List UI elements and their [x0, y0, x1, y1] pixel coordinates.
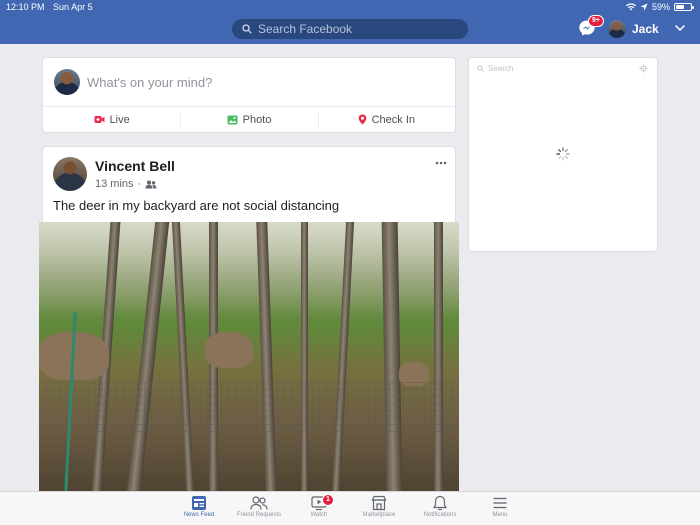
profile-button[interactable]: Jack: [608, 19, 659, 39]
friends-icon: [145, 180, 157, 188]
post-composer: What's on your mind? Live Photo Check In: [43, 58, 455, 132]
check-in-label: Check In: [371, 113, 416, 126]
marketplace-icon: [371, 495, 387, 511]
live-button[interactable]: Live: [43, 107, 180, 132]
battery-level: [676, 5, 685, 9]
status-date: Sun Apr 5: [53, 2, 93, 12]
messenger-button[interactable]: 9+: [578, 15, 604, 39]
top-header: 12:10 PM Sun Apr 5 59% 9+ Jack: [0, 0, 700, 44]
search-input[interactable]: [258, 22, 458, 36]
search-icon: [242, 24, 252, 34]
hamburger-menu-icon: [493, 497, 507, 509]
tab-menu[interactable]: Menu: [465, 495, 535, 518]
gear-icon[interactable]: [639, 64, 648, 73]
news-feed-icon: [192, 496, 206, 510]
more-options-icon[interactable]: [435, 161, 447, 165]
meta-separator: ·: [137, 178, 142, 190]
tab-label: Menu: [492, 512, 508, 518]
post-author-name[interactable]: Vincent Bell: [95, 158, 175, 174]
profile-name: Jack: [632, 22, 659, 36]
sidebar-search-label: Search: [488, 64, 514, 73]
photo-label: Photo: [242, 113, 272, 126]
search-bar[interactable]: [232, 19, 468, 39]
live-label: Live: [109, 113, 130, 126]
sidebar-search[interactable]: Search: [477, 64, 513, 73]
photo-button[interactable]: Photo: [180, 107, 317, 132]
post-time[interactable]: 13 mins: [95, 178, 134, 190]
tab-label: Notifications: [423, 512, 457, 518]
location-arrow-icon: [640, 3, 648, 11]
battery-icon: [674, 3, 694, 11]
composer-actions: Live Photo Check In: [43, 106, 455, 132]
post-photo[interactable]: [39, 222, 459, 492]
post-author-avatar[interactable]: [53, 157, 87, 191]
right-sidebar-panel: Search: [469, 58, 657, 251]
check-in-button[interactable]: Check In: [317, 107, 455, 132]
watch-badge: 1: [322, 494, 334, 506]
messenger-badge: 9+: [588, 15, 604, 27]
composer-prompt[interactable]: What's on your mind?: [87, 75, 212, 90]
tab-marketplace[interactable]: Marketplace: [344, 495, 414, 518]
status-time: 12:10 PM: [6, 2, 45, 12]
loading-spinner-icon: [556, 147, 570, 161]
chevron-down-icon[interactable]: [674, 23, 686, 33]
search-icon: [477, 65, 484, 72]
composer-avatar: [54, 69, 80, 95]
tab-label: News Feed: [183, 512, 215, 518]
post-meta: 13 mins ·: [95, 178, 157, 190]
tab-label: Watch: [310, 512, 328, 518]
wifi-icon: [625, 3, 636, 11]
live-video-icon: [94, 116, 105, 123]
friend-requests-icon: [250, 496, 268, 510]
tab-label: Marketplace: [362, 512, 396, 518]
bell-icon: [432, 495, 448, 511]
bottom-tab-bar: News Feed Friend Requests 1 Watch Market…: [0, 491, 700, 525]
photo-icon: [227, 115, 238, 124]
battery-percent: 59%: [651, 2, 670, 12]
tab-label: Friend Requests: [236, 512, 282, 518]
location-pin-icon: [358, 114, 366, 125]
user-avatar: [608, 20, 626, 38]
post-text: The deer in my backyard are not social d…: [53, 198, 340, 213]
status-bar: 12:10 PM Sun Apr 5 59%: [0, 0, 700, 14]
